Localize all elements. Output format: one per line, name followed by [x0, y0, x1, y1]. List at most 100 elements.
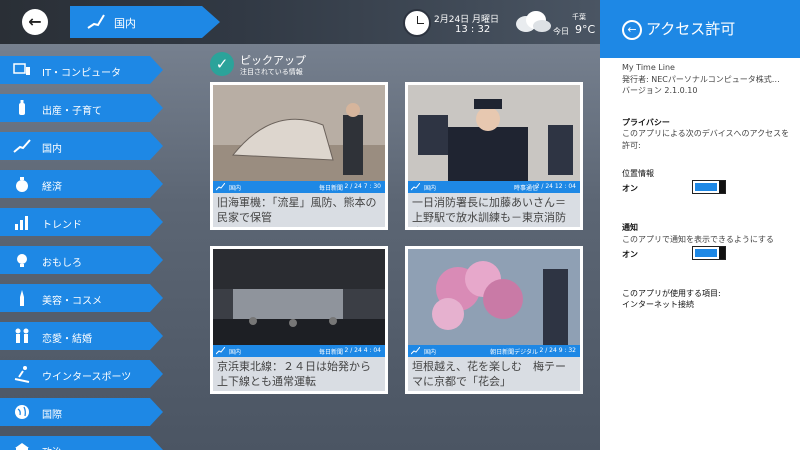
sidebar-item-label: 出産・子育て — [42, 106, 102, 117]
card-date: 2 / 24 12 : 04 — [535, 183, 576, 190]
chart-line-icon — [411, 347, 420, 355]
sidebar-item-domestic[interactable]: 国内 — [0, 132, 163, 160]
news-card[interactable]: 国内 朝日新聞デジタル 2 / 24 9 : 32 垣根越え、花を楽しむ 梅テー… — [405, 246, 583, 394]
sidebar-item-label: 政治 — [42, 444, 62, 450]
sidebar-item-it[interactable]: IT・コンピュータ — [0, 56, 163, 84]
news-photo — [408, 85, 580, 181]
time-text: 13 : 32 — [455, 24, 491, 35]
card-headline: 京浜東北線：２４日は始発から上下線とも通常運転 — [213, 357, 385, 391]
card-category: 国内 — [424, 185, 437, 192]
news-card[interactable]: 国内 毎日新聞 2 / 24 7 : 30 旧海軍機：「流星」風防、熊本の民家で… — [210, 82, 388, 230]
building-icon — [15, 443, 29, 450]
sidebar-item-label: 美容・コスメ — [42, 296, 102, 307]
news-photo — [408, 249, 580, 345]
sidebar-item-beauty[interactable]: 美容・コスメ — [0, 284, 163, 312]
news-photo — [213, 85, 385, 181]
sidebar-item-economy[interactable]: 経済 — [0, 170, 163, 198]
location-label: 位置情報 — [622, 169, 654, 178]
sidebar-item-label: 国内 — [42, 144, 62, 155]
chart-line-icon — [13, 139, 31, 153]
location-toggle[interactable] — [692, 180, 726, 194]
sidebar-item-childcare[interactable]: 出産・子育て — [0, 94, 163, 122]
sidebar-item-winter-sports[interactable]: ウインタースポーツ — [0, 360, 163, 388]
baby-bottle-icon — [19, 100, 25, 115]
city-label: 千葉 — [572, 13, 586, 21]
card-headline: 垣根越え、花を楽しむ 梅テーマに京都で「花会」 — [408, 357, 580, 391]
panel-back-button[interactable]: ← — [622, 20, 642, 40]
publisher-text: 発行者: NECパーソナルコンピュータ株式… — [622, 75, 780, 84]
news-card[interactable]: 国内 毎日新聞 2 / 24 4 : 04 京浜東北線：２４日は始発から上下線と… — [210, 246, 388, 394]
app-name: My Time Line — [622, 63, 675, 72]
skier-icon — [14, 366, 30, 383]
toggle-knob — [719, 181, 725, 193]
notify-label: 通知 — [622, 223, 638, 232]
cloud-icon — [516, 11, 551, 32]
card-source: 毎日新聞 — [318, 349, 343, 356]
sidebar-item-label: トレンド — [42, 220, 82, 231]
privacy-description: このアプリによる次のデバイスへのアクセスを許可: — [622, 129, 790, 150]
bar-chart-icon — [15, 216, 28, 230]
notify-description: このアプリで通知を表示できるようにする — [622, 235, 774, 244]
chart-line-icon — [216, 347, 225, 355]
card-meta-bar: 国内 毎日新聞 2 / 24 4 : 04 — [213, 345, 385, 357]
card-source: 毎日新聞 — [318, 185, 343, 192]
clock-icon — [403, 9, 431, 37]
sidebar-item-politics[interactable]: 政治 — [0, 436, 163, 450]
toggle-fill — [695, 183, 717, 191]
main-app: ← 国内 2月24日 月曜日 13 : 32 千葉 今日 9°C IT・コンピュ… — [0, 0, 600, 450]
card-meta-bar: 国内 毎日新聞 2 / 24 7 : 30 — [213, 181, 385, 193]
card-date: 2 / 24 7 : 30 — [344, 183, 381, 190]
permissions-panel: ← アクセス許可 My Time Line 発行者: NECパーソナルコンピュー… — [600, 0, 800, 450]
temperature-text: 9°C — [575, 23, 596, 36]
uses-label: このアプリが使用する項目: — [622, 289, 721, 298]
card-category: 国内 — [229, 349, 242, 356]
news-photo — [213, 249, 385, 345]
chart-line-icon — [411, 183, 420, 191]
card-meta-bar: 国内 時事通信 2 / 24 12 : 04 — [408, 181, 580, 193]
category-label: 国内 — [114, 17, 136, 30]
top-bar: ← 国内 2月24日 月曜日 13 : 32 千葉 今日 9°C — [0, 0, 600, 44]
panel-title: アクセス許可 — [646, 20, 736, 38]
chart-line-icon — [87, 14, 105, 29]
card-source: 朝日新聞デジタル — [490, 349, 538, 356]
version-text: バージョン 2.1.0.10 — [622, 86, 698, 95]
sidebar-item-label: 国際 — [42, 410, 62, 421]
card-category: 国内 — [229, 185, 242, 192]
money-bag-icon — [16, 177, 28, 192]
toggle-fill — [695, 249, 717, 257]
uses-value: インターネット接続 — [622, 300, 694, 309]
couple-icon — [15, 328, 29, 343]
notify-toggle[interactable] — [692, 246, 726, 260]
toggle-knob — [719, 247, 725, 259]
panel-header: ← アクセス許可 — [600, 0, 800, 58]
pickup-title: ピックアップ — [240, 54, 306, 67]
card-meta-bar: 国内 朝日新聞デジタル 2 / 24 9 : 32 — [408, 345, 580, 357]
lightbulb-icon — [17, 254, 27, 267]
back-button[interactable]: ← — [22, 9, 48, 35]
today-label: 今日 — [553, 27, 569, 36]
sidebar-item-label: 恋愛・結婚 — [42, 334, 92, 345]
card-source: 時事通信 — [513, 185, 538, 192]
news-card[interactable]: 国内 時事通信 2 / 24 12 : 04 一日消防署長に加藤あいさん＝上野駅… — [405, 82, 583, 230]
card-date: 2 / 24 9 : 32 — [539, 347, 576, 354]
lipstick-icon — [20, 290, 24, 306]
sidebar-item-international[interactable]: 国際 — [0, 398, 163, 426]
chart-line-icon — [216, 183, 225, 191]
card-category: 国内 — [424, 349, 437, 356]
globe-icon — [15, 405, 29, 419]
notify-state: オン — [622, 250, 638, 259]
card-headline: 旧海軍機：「流星」風防、熊本の民家で保管 — [213, 193, 385, 227]
location-state: オン — [622, 184, 638, 193]
pickup-subtitle: 注目されている情報 — [240, 68, 303, 76]
sidebar-item-label: おもしろ — [42, 258, 82, 269]
category-header[interactable]: 国内 — [70, 6, 220, 38]
privacy-heading: プライバシー — [622, 118, 670, 127]
sidebar-item-label: ウインタースポーツ — [42, 372, 132, 383]
sidebar-item-funny[interactable]: おもしろ — [0, 246, 163, 274]
sidebar-item-label: 経済 — [42, 182, 62, 193]
sidebar-item-love[interactable]: 恋愛・結婚 — [0, 322, 163, 350]
card-headline: 一日消防署長に加藤あいさん＝上野駅で放水訓練も－東京消防庁 — [408, 193, 580, 227]
card-date: 2 / 24 4 : 04 — [344, 347, 381, 354]
sidebar-item-trend[interactable]: トレンド — [0, 208, 163, 236]
computer-icon — [13, 63, 30, 75]
